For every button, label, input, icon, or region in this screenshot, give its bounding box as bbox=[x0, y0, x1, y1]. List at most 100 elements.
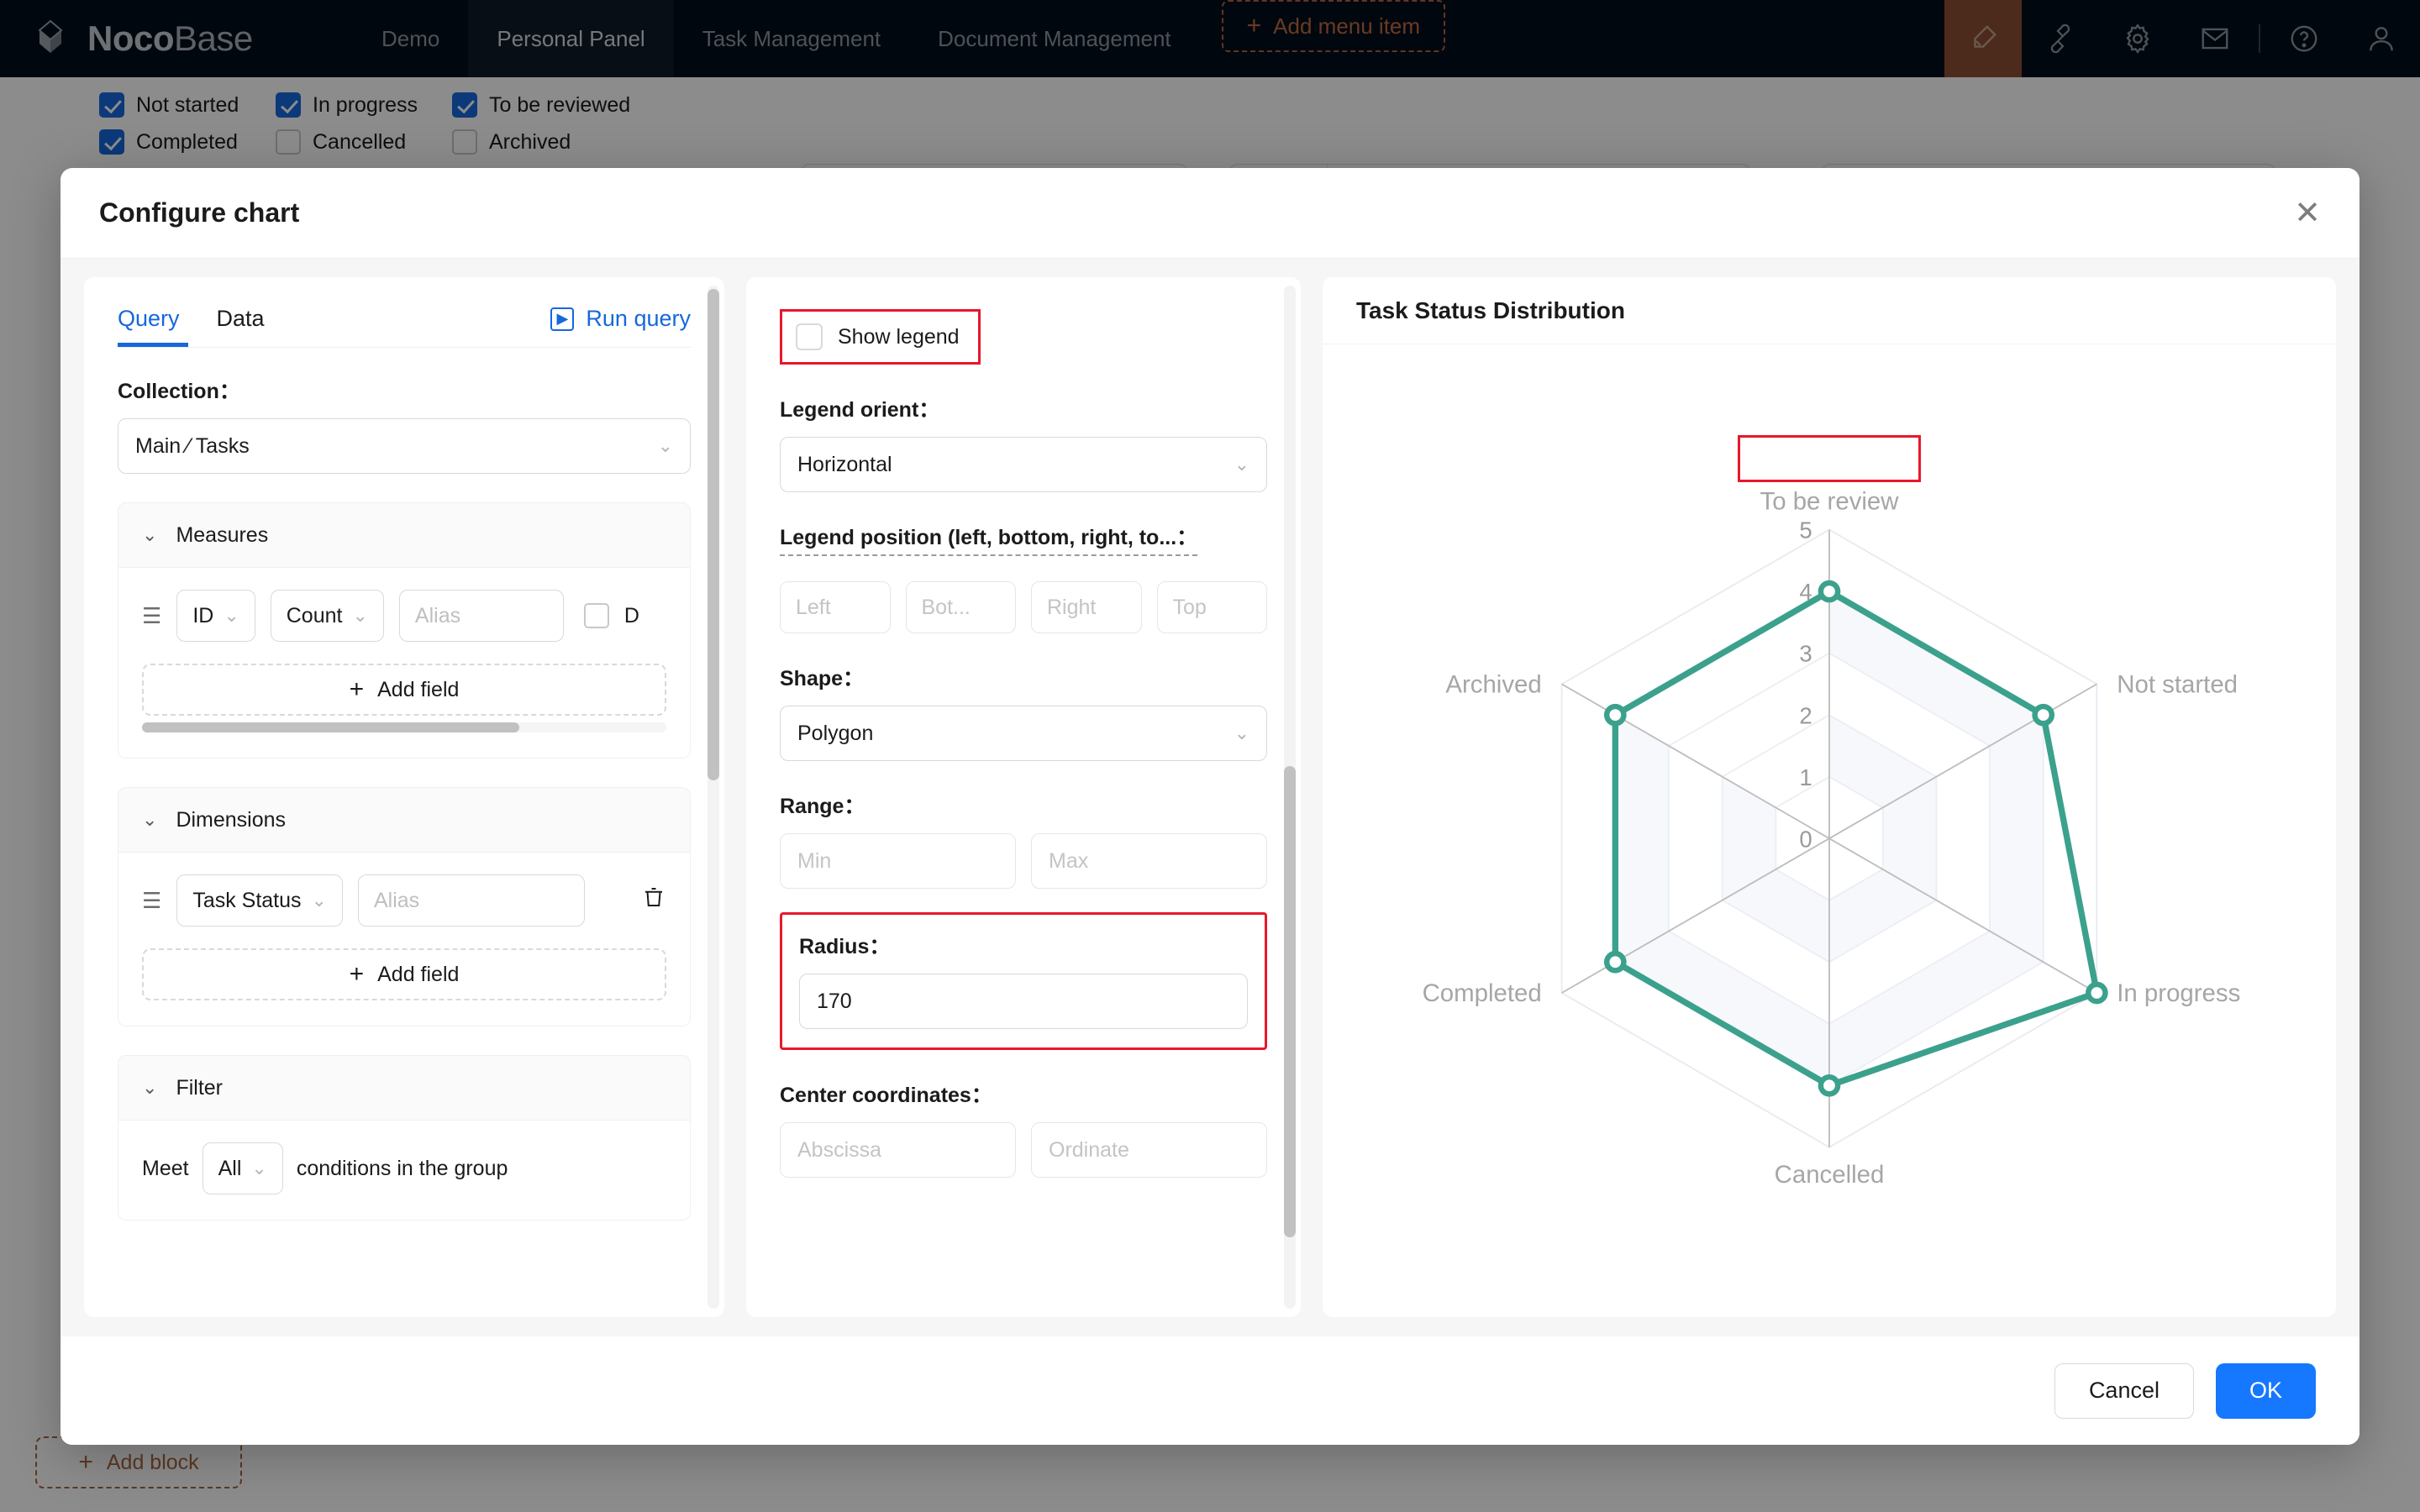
measure-aggregate-select[interactable]: Count ⌄ bbox=[270, 590, 384, 642]
filter-match-select[interactable]: All ⌄ bbox=[202, 1142, 283, 1194]
radar-category-label: To be review bbox=[1760, 488, 1900, 516]
radar-data-point[interactable] bbox=[2032, 703, 2055, 727]
legend-orient-value: Horizontal bbox=[797, 452, 892, 476]
measure-field-select[interactable]: ID ⌄ bbox=[176, 590, 255, 642]
measures-section-body: ☰ ID ⌄ Count ⌄ Alias D + Add field bbox=[118, 568, 691, 759]
measures-horizontal-scrollbar[interactable] bbox=[142, 722, 666, 732]
radius-input[interactable]: 170 bbox=[799, 974, 1248, 1029]
range-max-input[interactable]: Max bbox=[1031, 833, 1267, 889]
center-abscissa-input[interactable]: Abscissa bbox=[780, 1122, 1016, 1178]
chevron-down-icon: ⌄ bbox=[1234, 722, 1249, 743]
distinct-label: D bbox=[623, 603, 639, 627]
show-legend-label: Show legend bbox=[838, 324, 960, 349]
radar-category-label: Completed bbox=[1423, 979, 1542, 1007]
dimension-alias-input[interactable]: Alias bbox=[357, 874, 585, 927]
trash-icon[interactable] bbox=[641, 885, 666, 916]
chevron-down-icon: ⌄ bbox=[142, 524, 158, 545]
show-legend-row[interactable]: Show legend bbox=[780, 309, 981, 365]
radar-chart-svg[interactable]: 012345To be reviewNot startedIn progress… bbox=[1323, 344, 2336, 1317]
chevron-down-icon: ⌄ bbox=[657, 435, 673, 456]
drag-handle-icon[interactable]: ☰ bbox=[142, 605, 161, 627]
chart-config-scrollbar-track[interactable] bbox=[1284, 286, 1296, 1309]
chevron-down-icon: ⌄ bbox=[1234, 454, 1249, 475]
radius-value: 170 bbox=[817, 989, 852, 1013]
radar-data-point[interactable] bbox=[1818, 580, 1841, 603]
dimensions-add-field-button[interactable]: + Add field bbox=[142, 948, 666, 1000]
measure-alias-placeholder: Alias bbox=[414, 603, 461, 627]
shape-select[interactable]: Polygon ⌄ bbox=[780, 706, 1267, 761]
dimensions-title: Dimensions bbox=[176, 807, 287, 832]
radar-tick-label: 5 bbox=[1799, 517, 1812, 543]
legend-orient-select[interactable]: Horizontal ⌄ bbox=[780, 437, 1267, 492]
range-label: Range： bbox=[780, 795, 865, 818]
dimensions-section-body: ☰ Task Status ⌄ Alias + Add field bbox=[118, 853, 691, 1026]
distinct-checkbox[interactable] bbox=[583, 603, 609, 628]
drag-handle-icon[interactable]: ☰ bbox=[142, 890, 161, 911]
query-panel-content: Query Data ▶ Run query Collection： Main … bbox=[84, 277, 724, 1221]
chart-preview-header: Task Status Distribution bbox=[1323, 277, 2336, 344]
range-min-input[interactable]: Min bbox=[780, 833, 1016, 889]
legend-orient-label: Legend orient： bbox=[780, 398, 940, 422]
chevron-down-icon: ⌄ bbox=[251, 1158, 267, 1179]
active-tab-indicator bbox=[118, 343, 188, 347]
dimensions-section-header[interactable]: ⌄ Dimensions bbox=[118, 787, 691, 853]
legend-position-left-placeholder: Left bbox=[796, 595, 831, 619]
radar-data-point[interactable] bbox=[1818, 1074, 1841, 1097]
radar-category-label: In progress bbox=[2117, 979, 2240, 1007]
dimension-field-value: Task Status bbox=[192, 888, 302, 912]
modal-header: Configure chart ✕ bbox=[60, 168, 2360, 259]
measures-title: Measures bbox=[176, 522, 269, 547]
measure-row: ☰ ID ⌄ Count ⌄ Alias D bbox=[142, 590, 666, 642]
radar-tick-label: 1 bbox=[1799, 764, 1812, 790]
tab-query[interactable]: Query bbox=[118, 306, 180, 347]
close-icon[interactable]: ✕ bbox=[2294, 197, 2321, 229]
dimension-field-select[interactable]: Task Status ⌄ bbox=[176, 874, 343, 927]
center-ordinate-placeholder: Ordinate bbox=[1049, 1137, 1129, 1162]
measure-field-value: ID bbox=[192, 603, 214, 627]
filter-match-value: All bbox=[218, 1156, 242, 1180]
tab-data[interactable]: Data bbox=[217, 306, 265, 347]
query-panel-scrollbar-thumb[interactable] bbox=[708, 289, 719, 780]
chart-config-scrollbar-thumb[interactable] bbox=[1284, 766, 1296, 1237]
cancel-button-label: Cancel bbox=[2088, 1378, 2160, 1403]
legend-position-bottom-placeholder: Bot... bbox=[921, 595, 971, 619]
legend-position-bottom-input[interactable]: Bot... bbox=[905, 581, 1016, 633]
show-legend-checkbox[interactable] bbox=[796, 323, 823, 350]
filter-title: Filter bbox=[176, 1075, 223, 1100]
measure-alias-input[interactable]: Alias bbox=[398, 590, 564, 642]
radar-chart-area: 0 1 2 3 4 5 To be review Not started In progress… bbox=[1323, 344, 2336, 1317]
legend-position-top-input[interactable]: Top bbox=[1156, 581, 1267, 633]
query-tab-row: Query Data ▶ Run query bbox=[118, 306, 691, 347]
chevron-down-icon: ⌄ bbox=[142, 809, 158, 830]
radar-data-point[interactable] bbox=[1603, 703, 1627, 727]
measure-aggregate-value: Count bbox=[286, 603, 343, 627]
radius-label: Radius： bbox=[799, 935, 891, 958]
chart-title: Task Status Distribution bbox=[1356, 297, 1625, 323]
collection-value: Main ⁄ Tasks bbox=[135, 433, 250, 458]
center-ordinate-input[interactable]: Ordinate bbox=[1031, 1122, 1267, 1178]
range-max-placeholder: Max bbox=[1049, 848, 1089, 873]
legend-position-left-input[interactable]: Left bbox=[780, 581, 891, 633]
legend-position-right-input[interactable]: Right bbox=[1031, 581, 1142, 633]
query-panel-scrollbar-track[interactable] bbox=[708, 286, 719, 1309]
ok-button[interactable]: OK bbox=[2215, 1362, 2316, 1419]
shape-label: Shape： bbox=[780, 667, 865, 690]
cancel-button[interactable]: Cancel bbox=[2054, 1362, 2194, 1419]
dimension-alias-placeholder: Alias bbox=[373, 888, 420, 912]
legend-position-inputs: Left Bot... Right Top bbox=[780, 581, 1267, 633]
tab-divider bbox=[118, 347, 691, 348]
measures-section-header[interactable]: ⌄ Measures bbox=[118, 502, 691, 568]
radar-category-label: Not started bbox=[2117, 670, 2238, 698]
configure-chart-modal: Configure chart ✕ Query Data ▶ Run query… bbox=[60, 168, 2360, 1445]
plus-icon: + bbox=[349, 960, 365, 988]
add-field-label: Add field bbox=[377, 677, 460, 701]
chevron-down-icon: ⌄ bbox=[352, 605, 368, 626]
measures-add-field-button[interactable]: + Add field bbox=[142, 664, 666, 716]
collection-select[interactable]: Main ⁄ Tasks ⌄ bbox=[118, 418, 691, 474]
run-query-button[interactable]: ▶ Run query bbox=[550, 306, 691, 347]
radar-data-point[interactable] bbox=[2086, 981, 2108, 1005]
radar-data-point[interactable] bbox=[1603, 950, 1627, 974]
range-min-placeholder: Min bbox=[797, 848, 832, 873]
filter-section-header[interactable]: ⌄ Filter bbox=[118, 1055, 691, 1121]
chart-config-content: Show legend Legend orient： Horizontal ⌄ … bbox=[746, 277, 1301, 1211]
